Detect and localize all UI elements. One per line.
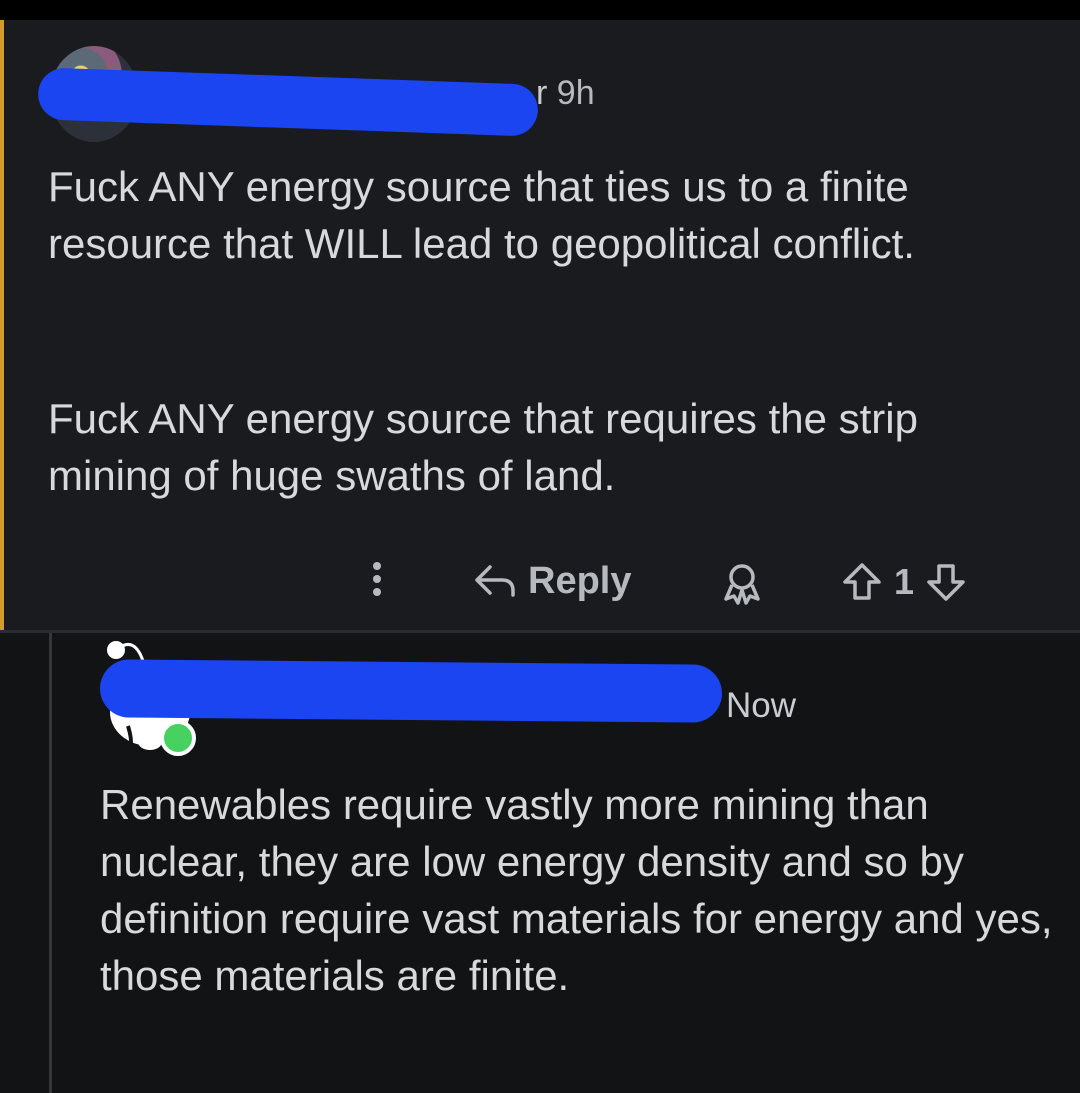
top-status-strip — [0, 0, 1080, 20]
comment-actions: Reply 1 — [0, 550, 1080, 610]
reply-age: Now — [726, 686, 797, 725]
thread-line[interactable] — [49, 633, 52, 1093]
comment-paragraph: Fuck ANY energy source that requires the… — [48, 395, 918, 499]
vote-controls: 1 — [840, 560, 968, 604]
highlight-bar — [0, 20, 4, 630]
comment-card: r 9h Fuck ANY energy source that ties us… — [0, 20, 1080, 630]
username-redaction — [99, 659, 723, 723]
comment-age: 9h — [556, 74, 595, 112]
comment-meta: r 9h — [536, 74, 595, 113]
divider — [0, 630, 1080, 633]
reply-text: Renewables require vastly more mining th… — [100, 781, 1053, 999]
vote-count: 1 — [894, 561, 915, 602]
comment-paragraph: Fuck ANY energy source that ties us to a… — [48, 163, 915, 267]
upvote-arrow-icon[interactable] — [840, 560, 884, 604]
online-status-dot — [160, 720, 196, 756]
more-options-icon[interactable] — [366, 562, 388, 602]
username-fragment[interactable]: r — [536, 74, 547, 112]
award-icon[interactable] — [718, 562, 766, 611]
downvote-arrow-icon[interactable] — [924, 560, 968, 604]
reply-label: Reply — [528, 559, 632, 602]
reply-button[interactable]: Reply — [472, 556, 631, 606]
reply-arrow-icon — [475, 565, 515, 597]
